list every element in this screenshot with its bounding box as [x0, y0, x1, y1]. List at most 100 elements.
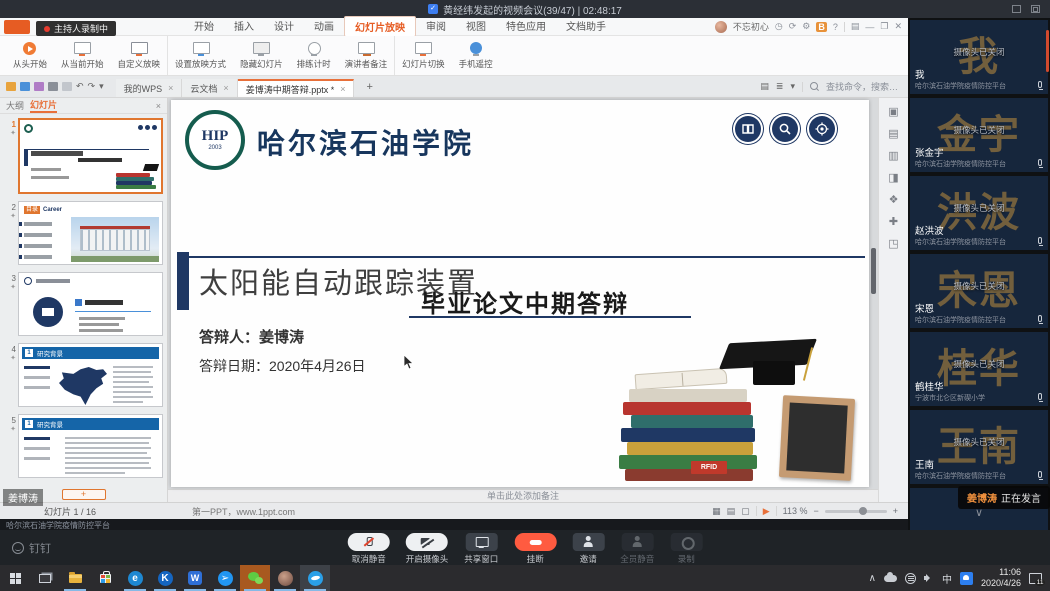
fullscreen-icon[interactable] — [1031, 5, 1040, 13]
save-icon[interactable] — [20, 82, 30, 91]
restore-icon[interactable]: ❐ — [880, 21, 888, 32]
volume-icon[interactable] — [924, 573, 934, 583]
undo-icon[interactable]: ↶ — [76, 81, 84, 92]
thumbnail-5-preview[interactable]: 1研究背景 — [18, 414, 163, 478]
meeting-control-button[interactable]: 挂断 — [514, 533, 556, 565]
participant-tile[interactable]: 我 摄像头已关闭 我 哈尔滨石油学院疫情防控平台 — [910, 20, 1048, 94]
ribbon-button[interactable]: 隐藏幻灯片 — [233, 36, 290, 75]
meeting-control-button[interactable]: 取消静音 — [348, 533, 390, 565]
add-slide-button[interactable]: + — [62, 489, 106, 500]
ribbon-tab[interactable]: 幻灯片放映 — [344, 16, 416, 37]
tab-close-icon[interactable]: × — [340, 84, 345, 94]
right-toolbar-icon[interactable]: ▣ — [887, 106, 900, 119]
settings-icon[interactable]: ⚙ — [802, 21, 810, 32]
participant-tile[interactable]: 洪波 摄像头已关闭 赵洪波 哈尔滨石油学院疫情防控平台 — [910, 176, 1048, 250]
file-explorer-icon[interactable] — [60, 565, 90, 591]
slide-canvas[interactable]: HIP 2003 哈尔滨石油学院 — [168, 98, 878, 489]
search-hint[interactable]: 查找命令，搜索… — [826, 80, 898, 93]
meeting-control-button[interactable]: 录制 — [670, 533, 702, 565]
ribbon-button[interactable]: 从头开始 — [6, 36, 54, 75]
tab-slides[interactable]: 幻灯片 — [30, 98, 57, 113]
search-icon[interactable] — [810, 82, 819, 91]
thumbnail-5[interactable]: 5✦ 1研究背景 — [2, 414, 163, 478]
zoom-out-icon[interactable]: − — [813, 506, 818, 516]
ribbon-tab[interactable]: 审阅 — [416, 16, 456, 37]
ribbon-tab[interactable]: 设计 — [264, 16, 304, 37]
panel-icon[interactable]: ▤ — [760, 81, 769, 92]
tab-close-icon[interactable]: × — [168, 83, 173, 93]
participant-tile[interactable]: 金宇 摄像头已关闭 张金宇 哈尔滨石油学院疫情防控平台 — [910, 98, 1048, 172]
sync-icon[interactable]: ⟳ — [789, 21, 797, 32]
ribbon-button[interactable]: 幻灯片切换 — [394, 36, 452, 75]
slideshow-play-icon[interactable]: ▶ — [763, 506, 770, 517]
zoom-in-icon[interactable]: + — [893, 506, 898, 516]
thumbnail-3-preview[interactable] — [18, 272, 163, 336]
onedrive-icon[interactable] — [884, 575, 897, 582]
note-icon[interactable]: ≣ — [776, 81, 784, 92]
thumbnail-3[interactable]: 3✦ — [2, 272, 163, 336]
ribbon-button[interactable]: 设置放映方式 — [167, 36, 233, 75]
thumbnail-2[interactable]: 2✦ 目录 Career — [2, 201, 163, 265]
ribbon-tab[interactable]: 特色应用 — [496, 16, 556, 37]
messenger-app-icon[interactable]: ➢ — [210, 565, 240, 591]
tab-outline[interactable]: 大纲 — [6, 99, 24, 112]
meeting-control-button[interactable]: 共享窗口 — [464, 533, 498, 565]
notification-app-icon[interactable] — [960, 572, 973, 585]
minimize-icon[interactable]: — — [865, 22, 874, 32]
tray-expand-icon[interactable]: ∧ — [869, 573, 876, 584]
user-avatar[interactable] — [715, 21, 727, 33]
right-toolbar-icon[interactable]: ✚ — [887, 216, 900, 229]
right-toolbar-icon[interactable]: ▤ — [887, 128, 900, 141]
right-toolbar-icon[interactable]: ▥ — [887, 150, 900, 163]
new-tab-button[interactable]: + — [358, 81, 380, 93]
open-icon[interactable] — [6, 82, 16, 91]
right-toolbar-icon[interactable]: ◳ — [887, 238, 900, 251]
more-icon[interactable]: ▾ — [790, 81, 795, 92]
notes-placeholder[interactable]: 单击此处添加备注 — [168, 489, 878, 502]
start-button[interactable] — [0, 565, 30, 591]
right-toolbar-icon[interactable]: ❖ — [887, 194, 900, 207]
help-icon[interactable]: ? — [833, 22, 838, 32]
zoom-slider[interactable] — [825, 510, 887, 513]
history-icon[interactable]: ◷ — [775, 21, 783, 32]
microsoft-store-icon[interactable] — [90, 565, 120, 591]
ribbon-tab[interactable]: 开始 — [184, 16, 224, 37]
preview-icon[interactable] — [62, 82, 72, 91]
canvas-scrollbar[interactable] — [871, 248, 876, 294]
participant-tile[interactable]: 宋恩 摄像头已关闭 宋恩 哈尔滨石油学院疫情防控平台 — [910, 254, 1048, 328]
close-icon[interactable]: ✕ — [894, 21, 902, 32]
participant-tile[interactable]: 王南 摄像头已关闭 王南 哈尔滨石油学院疫情防控平台 — [910, 410, 1048, 484]
ribbon-button[interactable]: 排练计时 — [290, 36, 338, 75]
print-icon[interactable] — [48, 82, 58, 91]
wechat-icon[interactable] — [240, 565, 270, 591]
toolbar-dropdown-icon[interactable]: ▾ — [99, 81, 104, 92]
ribbon-tab[interactable]: 插入 — [224, 16, 264, 37]
tab-close-icon[interactable]: × — [223, 83, 228, 93]
slide[interactable]: HIP 2003 哈尔滨石油学院 — [171, 100, 869, 487]
participant-tile[interactable]: 桂华 摄像头已关闭 鹤桂华 宁波市北仑区新碶小学 — [910, 332, 1048, 406]
redo-icon[interactable]: ↷ — [88, 81, 96, 92]
thumbnail-1[interactable]: 1✦ — [2, 118, 163, 194]
document-tab[interactable]: 姜博涛中期答辩.pptx *× — [238, 79, 355, 97]
task-view-button[interactable] — [30, 565, 60, 591]
thumbnail-4[interactable]: 4✦ 1研究背景 — [2, 343, 163, 407]
document-tab[interactable]: 云文档× — [182, 79, 237, 97]
view-sorter-icon[interactable]: ▤ — [727, 506, 736, 517]
ime-indicator[interactable]: 中 — [942, 571, 952, 586]
wps-logo[interactable] — [4, 20, 30, 34]
ribbon-button[interactable]: 演讲者备注 — [338, 36, 395, 75]
taskbar-clock[interactable]: 11:062020/4/26 — [981, 567, 1021, 589]
ribbon-button[interactable]: 从当前开始 — [54, 36, 111, 75]
ribbon-collapse-icon[interactable]: ▤ — [851, 21, 860, 32]
skin-icon[interactable]: B — [816, 22, 827, 32]
sidebar-collapse-icon[interactable]: ∨ — [962, 508, 996, 521]
ribbon-tab[interactable]: 视图 — [456, 16, 496, 37]
view-reading-icon[interactable]: ▢ — [741, 506, 750, 517]
meeting-control-button[interactable]: 邀请 — [572, 533, 604, 565]
ribbon-tab[interactable]: 文档助手 — [556, 16, 616, 37]
thumbnail-4-preview[interactable]: 1研究背景 — [18, 343, 163, 407]
ribbon-button[interactable]: 自定义放映 — [111, 36, 168, 75]
panel-close-icon[interactable]: × — [156, 101, 161, 111]
document-tab[interactable]: 我的WPS× — [116, 79, 183, 97]
thumbnail-1-preview[interactable] — [18, 118, 163, 194]
